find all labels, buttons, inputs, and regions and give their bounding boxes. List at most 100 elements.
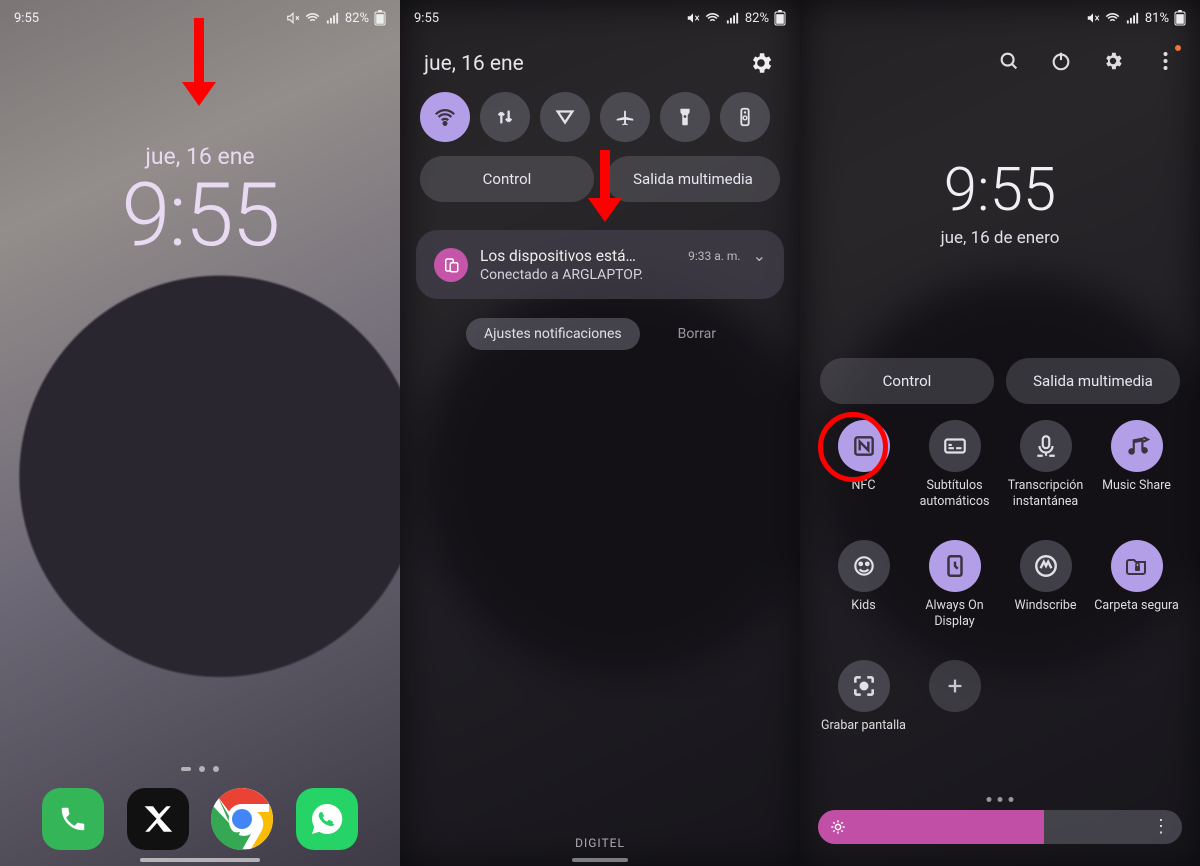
wifi-icon xyxy=(1105,11,1120,26)
signal-icon xyxy=(725,11,740,26)
notification-settings-button[interactable]: Ajustes notificaciones xyxy=(466,318,640,350)
notification-subtitle: Conectado a ARGLAPTOP. xyxy=(480,267,766,283)
qs-airplane[interactable] xyxy=(600,92,650,142)
quick-settings-row xyxy=(400,92,800,142)
dock xyxy=(0,788,400,850)
brightness-fill xyxy=(818,810,1044,844)
settings-button[interactable] xyxy=(748,50,776,78)
notification-time: 9:33 a. m. xyxy=(688,249,740,263)
mute-icon xyxy=(1086,11,1100,25)
qs-wifi[interactable] xyxy=(420,92,470,142)
mute-icon xyxy=(286,11,300,25)
qs-label: Subtítulos automáticos xyxy=(911,478,999,510)
media-output-button[interactable]: Salida multimedia xyxy=(1006,358,1180,404)
home-screen: 9:55 82% jue, 16 ene 9:55 xyxy=(0,0,400,866)
page-indicator xyxy=(181,766,219,772)
wallpaper xyxy=(0,0,400,866)
status-right: 82% xyxy=(686,10,786,26)
brightness-icon xyxy=(830,819,846,835)
qs-label: Kids xyxy=(851,598,875,630)
status-right: 81% xyxy=(1086,10,1186,26)
vpn-icon xyxy=(554,106,576,128)
status-right: 82% xyxy=(286,10,386,26)
whatsapp-icon xyxy=(309,801,345,837)
clock-time: 9:55 xyxy=(941,160,1060,220)
brightness-slider[interactable]: ⋮ xyxy=(818,810,1182,844)
kids-icon xyxy=(851,553,877,579)
data-transfer-icon xyxy=(494,106,516,128)
panel-header: jue, 16 ene xyxy=(400,40,800,84)
qs-tile-transcribe[interactable]: Transcripción instantánea xyxy=(1000,420,1091,510)
battery-pct: 82% xyxy=(345,11,369,26)
control-button[interactable]: Control xyxy=(420,156,594,202)
battery-icon xyxy=(774,10,786,26)
nav-handle[interactable] xyxy=(140,858,260,862)
expanded-top-actions xyxy=(800,48,1200,74)
qs-flashlight[interactable] xyxy=(660,92,710,142)
notification-body: Los dispositivos está… 9:33 a. m. ⌄ Cone… xyxy=(480,246,766,283)
qs-grid-row-2: Kids Always On Display Windscribe Carpet… xyxy=(800,540,1200,630)
qs-tile-screen-record[interactable]: Grabar pantalla xyxy=(818,660,909,750)
gear-icon xyxy=(1102,50,1124,72)
control-button[interactable]: Control xyxy=(820,358,994,404)
whatsapp-app[interactable] xyxy=(296,788,358,850)
transcribe-icon xyxy=(1033,433,1059,459)
notification-card[interactable]: Los dispositivos está… 9:33 a. m. ⌄ Cone… xyxy=(416,230,784,299)
qs-tile-aod[interactable]: Always On Display xyxy=(909,540,1000,630)
notification-title: Los dispositivos está… xyxy=(480,247,680,265)
qs-label: NFC xyxy=(852,478,876,510)
notification-app-icon xyxy=(434,248,468,282)
qs-tile-music-share[interactable]: Music Share xyxy=(1091,420,1182,510)
settings-button[interactable] xyxy=(1100,48,1126,74)
screen-record-icon xyxy=(851,673,877,699)
qs-tile-subtitles[interactable]: Subtítulos automáticos xyxy=(909,420,1000,510)
remote-icon xyxy=(734,106,756,128)
phone-app[interactable] xyxy=(42,788,104,850)
status-time: 9:55 xyxy=(414,11,439,26)
status-time: 9:55 xyxy=(14,11,39,26)
link-icon xyxy=(442,256,460,274)
carrier-label: DIGITEL xyxy=(575,836,625,850)
battery-icon xyxy=(1174,10,1186,26)
chrome-app[interactable] xyxy=(211,788,273,850)
wifi-icon xyxy=(705,11,720,26)
power-icon xyxy=(1050,50,1072,72)
chrome-icon xyxy=(211,788,273,850)
panel-date[interactable]: jue, 16 ene xyxy=(424,52,524,76)
qs-tile-kids[interactable]: Kids xyxy=(818,540,909,630)
media-output-button[interactable]: Salida multimedia xyxy=(606,156,780,202)
quick-settings-expanded: 81% 9:55 jue, 16 de enero Control Salida… xyxy=(800,0,1200,866)
clock-date: jue, 16 de enero xyxy=(941,228,1060,248)
clear-button[interactable]: Borrar xyxy=(660,318,734,350)
qs-data[interactable] xyxy=(480,92,530,142)
qs-label: Grabar pantalla xyxy=(821,718,906,750)
more-button[interactable] xyxy=(1152,48,1178,74)
gear-icon xyxy=(748,50,774,76)
x-icon xyxy=(141,802,175,836)
battery-pct: 81% xyxy=(1145,11,1169,26)
notification-actions: Ajustes notificaciones Borrar xyxy=(400,318,800,350)
power-button[interactable] xyxy=(1048,48,1074,74)
more-vert-icon xyxy=(1163,51,1168,71)
qs-remote[interactable] xyxy=(720,92,770,142)
notification-panel-collapsed: 9:55 82% jue, 16 ene Control Salida mult… xyxy=(400,0,800,866)
aod-icon xyxy=(942,553,968,579)
battery-icon xyxy=(374,10,386,26)
music-share-icon xyxy=(1124,433,1150,459)
qs-tile-windscribe[interactable]: Windscribe xyxy=(1000,540,1091,630)
qs-label: Music Share xyxy=(1102,478,1171,510)
chevron-down-icon[interactable]: ⌄ xyxy=(753,246,766,265)
qs-vpn[interactable] xyxy=(540,92,590,142)
qs-tile-secure-folder[interactable]: Carpeta segura xyxy=(1091,540,1182,630)
phone-icon xyxy=(58,804,88,834)
clock-widget[interactable]: jue, 16 ene 9:55 xyxy=(122,143,279,260)
airplane-icon xyxy=(614,106,636,128)
qs-tile-add[interactable] xyxy=(909,660,1000,750)
battery-pct: 82% xyxy=(745,11,769,26)
secure-folder-icon xyxy=(1125,554,1149,578)
x-app[interactable] xyxy=(127,788,189,850)
search-button[interactable] xyxy=(996,48,1022,74)
signal-icon xyxy=(325,11,340,26)
expanded-clock: 9:55 jue, 16 de enero xyxy=(941,160,1060,248)
nav-handle[interactable] xyxy=(572,858,628,862)
